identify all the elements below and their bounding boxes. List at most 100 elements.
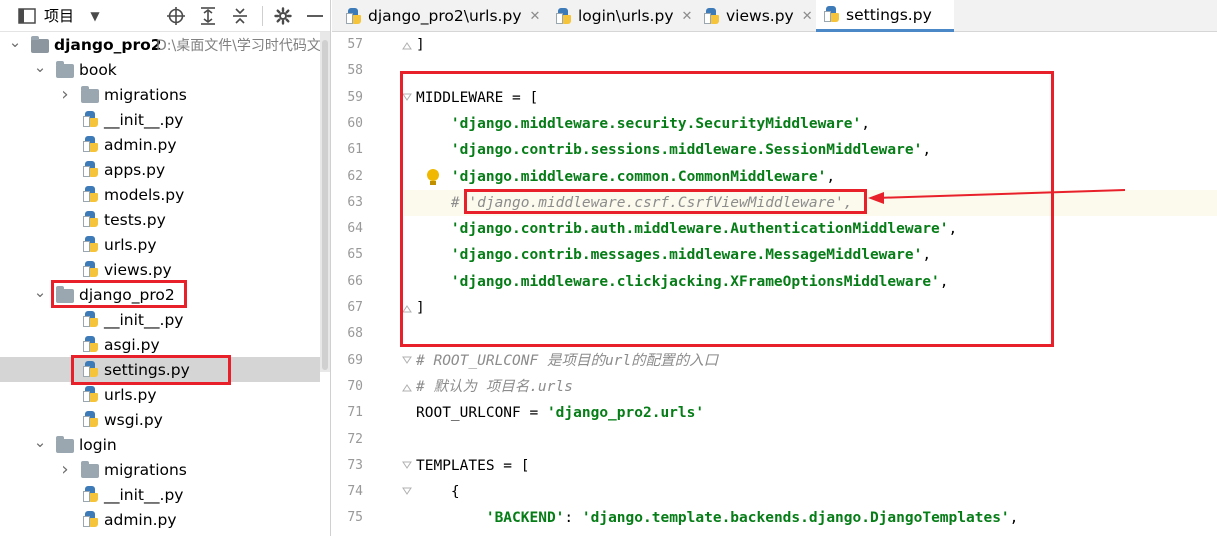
chevron-down-icon[interactable]: ⌄ (33, 433, 47, 451)
code-line[interactable]: { (416, 479, 460, 505)
editor-tab[interactable]: settings.py (816, 0, 954, 32)
code-token: ROOT_URLCONF = (416, 405, 547, 422)
tree-file-item[interactable]: admin.py (0, 132, 320, 157)
close-icon[interactable]: ✕ (682, 9, 693, 24)
annotation-arrow (868, 189, 1126, 204)
python-file-icon (83, 511, 101, 527)
expand-all-icon[interactable] (199, 7, 217, 25)
python-file-icon (824, 6, 840, 23)
line-number: 74 (347, 484, 363, 500)
tree-file-item[interactable]: urls.py (0, 232, 320, 257)
gear-icon[interactable] (274, 7, 292, 25)
python-file-icon (83, 236, 101, 252)
python-file-icon (83, 386, 101, 402)
code-token: TEMPLATES = [ (416, 457, 530, 474)
settings-file-highlight-box (71, 355, 231, 385)
tree-file-item[interactable]: wsgi.py (0, 407, 320, 432)
tree-project-root[interactable]: ⌄ django_pro2 D:\桌面文件\学习时代码文 (0, 32, 321, 57)
tree-file-item[interactable]: models.py (0, 182, 320, 207)
chevron-right-icon[interactable]: › (58, 459, 72, 480)
python-file-icon (346, 7, 362, 25)
tab-label: login\urls.py (578, 7, 674, 25)
fold-end-icon[interactable] (401, 39, 413, 51)
tree-item-label: __init__.py (104, 485, 184, 504)
project-view-icon[interactable] (18, 7, 36, 25)
project-panel-header: 项目 ▼ (0, 0, 330, 32)
chevron-down-icon[interactable]: ▼ (86, 7, 104, 25)
code-line[interactable]: TEMPLATES = [ (416, 453, 530, 479)
editor-tab[interactable]: views.py ✕ (696, 0, 813, 32)
line-number: 64 (347, 221, 363, 237)
panel-title[interactable]: 项目 (44, 5, 74, 26)
line-number: 58 (347, 63, 363, 79)
minimize-icon[interactable] (306, 7, 324, 25)
project-tool-window: 项目 ▼ ⌄ django_pro2 D:\桌面文件\学习时代码文 ⌄ book › mig… (0, 0, 331, 536)
code-line[interactable]: ROOT_URLCONF = 'django_pro2.urls' (416, 400, 704, 426)
csrf-line-highlight-box (464, 189, 867, 214)
tab-label: django_pro2\urls.py (368, 7, 522, 25)
close-icon[interactable]: ✕ (530, 9, 541, 24)
fold-start-icon[interactable] (401, 460, 413, 472)
code-line[interactable]: # ROOT_URLCONF 是项目的url的配置的入口 (416, 348, 718, 374)
python-file-icon (83, 161, 101, 177)
code-token: : (564, 510, 582, 527)
code-line[interactable]: # 默认为 项目名.urls (416, 374, 573, 400)
python-file-icon (704, 7, 720, 25)
tree-item-label: __init__.py (104, 110, 184, 129)
line-number: 62 (347, 168, 363, 184)
tree-file-item[interactable]: asgi.py (0, 332, 320, 357)
close-icon[interactable]: ✕ (802, 9, 813, 24)
editor-tab-bar: django_pro2\urls.py ✕ login\urls.py ✕ views.… (332, 0, 1217, 32)
django-pro2-folder-highlight-box (51, 280, 187, 308)
tree-item-label: tests.py (104, 210, 166, 229)
chevron-down-icon[interactable]: ⌄ (33, 58, 47, 76)
line-number: 69 (347, 352, 363, 368)
tree-file-item[interactable]: urls.py (0, 382, 320, 407)
tree-item-label: migrations (104, 460, 187, 479)
python-file-icon (83, 261, 101, 277)
code-line[interactable]: 'BACKEND': 'django.template.backends.dja… (416, 505, 1019, 531)
line-number: 60 (347, 115, 363, 131)
folder-icon (81, 461, 99, 478)
chevron-right-icon[interactable]: › (58, 84, 72, 105)
tree-file-item[interactable]: __init__.py (0, 107, 320, 132)
comment-token: # ROOT_URLCONF 是项目的url的配置的入口 (416, 352, 719, 369)
chevron-down-icon[interactable]: ⌄ (33, 283, 47, 301)
chevron-down-icon[interactable]: ⌄ (8, 33, 22, 51)
fold-end-icon[interactable] (401, 381, 413, 393)
fold-start-icon[interactable] (401, 486, 413, 498)
line-number: 67 (347, 300, 363, 315)
tree-folder-item[interactable]: › migrations (0, 457, 320, 482)
code-token: { (416, 484, 460, 501)
collapse-all-icon[interactable] (231, 7, 249, 25)
tree-folder-item[interactable]: ⌄ book (0, 57, 320, 82)
tree-file-item[interactable]: admin.py (0, 507, 320, 532)
string-token: 'django.template.backends.django.DjangoT… (581, 510, 1010, 527)
line-number: 59 (347, 89, 363, 105)
line-number: 71 (347, 405, 363, 421)
python-file-icon (83, 486, 101, 502)
line-number: 61 (347, 142, 363, 158)
tree-scrollbar-thumb[interactable] (322, 40, 328, 370)
code-token: ] (416, 37, 425, 53)
editor-tab[interactable]: django_pro2\urls.py ✕ (338, 0, 544, 32)
tree-file-item[interactable]: apps.py (0, 157, 320, 182)
code-line[interactable]: ] (416, 32, 425, 58)
locate-icon[interactable] (167, 7, 185, 25)
tree-item-label: models.py (104, 185, 185, 204)
tree-item-label: __init__.py (104, 310, 184, 329)
tree-file-item[interactable]: __init__.py (0, 482, 320, 507)
line-number: 68 (347, 326, 363, 342)
tree-item-label: admin.py (104, 135, 177, 154)
tree-folder-item[interactable]: ⌄ login (0, 432, 320, 457)
project-path: D:\桌面文件\学习时代码文 (156, 37, 321, 54)
string-token: 'django_pro2.urls' (546, 405, 705, 422)
tree-file-item[interactable]: tests.py (0, 207, 320, 232)
line-number: 72 (347, 431, 363, 447)
fold-start-icon[interactable] (401, 355, 413, 367)
tree-file-item[interactable]: views.py (0, 257, 320, 282)
tree-folder-item[interactable]: › migrations (0, 82, 320, 107)
tree-file-item[interactable]: __init__.py (0, 307, 320, 332)
line-number: 66 (347, 273, 363, 289)
editor-tab[interactable]: login\urls.py ✕ (548, 0, 692, 32)
